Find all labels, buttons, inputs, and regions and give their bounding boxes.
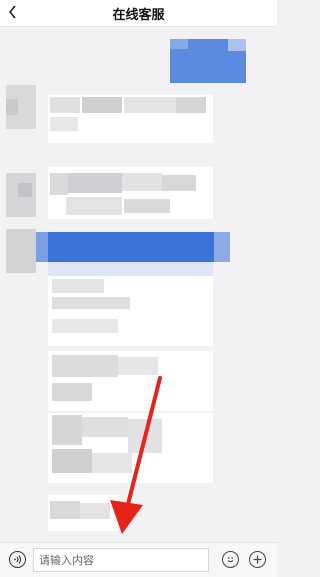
plus-icon [253, 555, 262, 564]
voice-button[interactable] [9, 551, 26, 568]
voice-icon [14, 555, 22, 564]
header-bar: 在线客服 [0, 0, 277, 27]
message-input[interactable] [33, 548, 209, 572]
emoji-button[interactable] [222, 551, 239, 568]
page-title: 在线客服 [112, 8, 165, 23]
smile-icon [227, 557, 234, 563]
input-bar [0, 542, 277, 577]
chat-history [0, 27, 277, 542]
avatar [6, 229, 36, 273]
more-button[interactable] [249, 551, 266, 568]
